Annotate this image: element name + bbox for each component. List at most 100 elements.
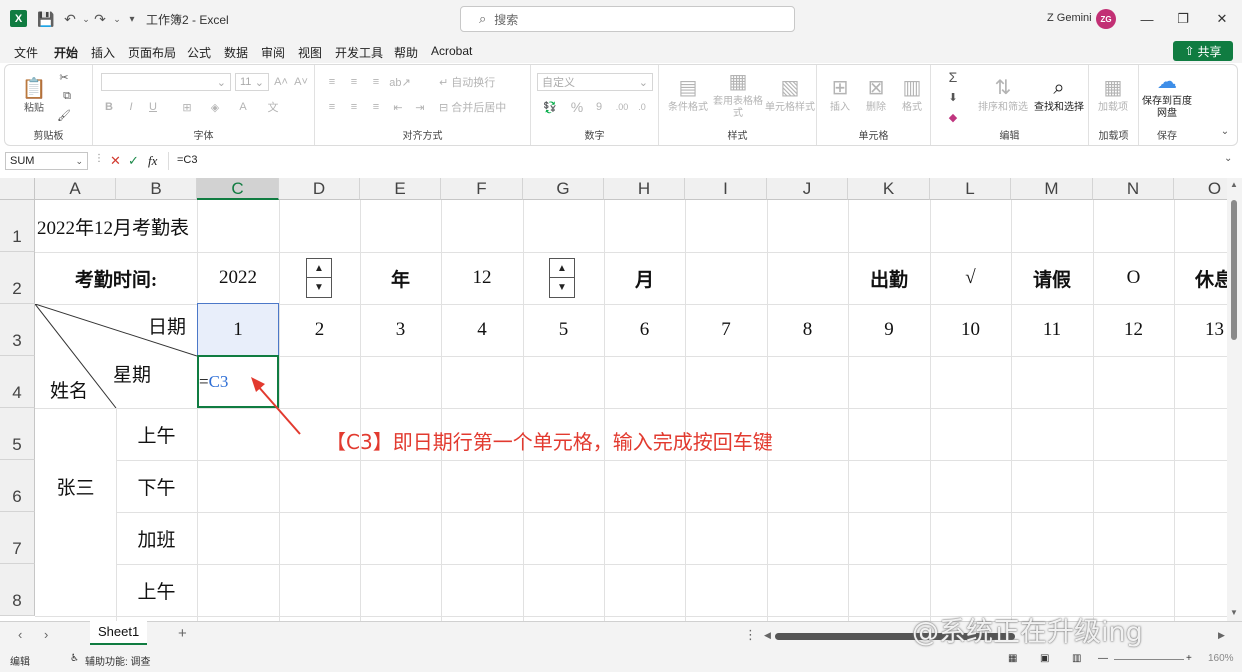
- date-cell[interactable]: 6: [604, 304, 685, 356]
- save-icon[interactable]: 💾: [37, 10, 55, 28]
- cell-m2-leave-label[interactable]: 请假: [1011, 252, 1093, 304]
- bold-button[interactable]: B: [101, 98, 117, 116]
- font-name-dropdown[interactable]: ⌄: [101, 73, 231, 91]
- tab-file[interactable]: 文件: [14, 44, 38, 61]
- date-cell[interactable]: 3: [360, 304, 441, 356]
- date-cell[interactable]: 2: [279, 304, 360, 356]
- spin-up-icon[interactable]: ▲: [550, 259, 574, 278]
- zoom-in-icon[interactable]: +: [1186, 653, 1192, 664]
- clear-icon[interactable]: ◆: [941, 109, 965, 125]
- prev-sheet-icon[interactable]: ‹: [18, 627, 22, 642]
- accessibility-icon[interactable]: ♿: [70, 653, 79, 664]
- italic-button[interactable]: I: [123, 98, 139, 116]
- insert-cells-button[interactable]: ⊞ 插入: [823, 69, 857, 121]
- increase-font-icon[interactable]: A˄: [273, 73, 289, 91]
- align-middle-icon[interactable]: ≡: [345, 73, 363, 91]
- decrease-decimal-icon[interactable]: .0: [633, 98, 651, 116]
- align-center-icon[interactable]: ≡: [345, 98, 363, 116]
- cell-styles-button[interactable]: ▧ 单元格样式: [763, 69, 817, 121]
- sort-filter-button[interactable]: ⇅ 排序和筛选: [977, 69, 1029, 121]
- underline-button[interactable]: U: [145, 98, 161, 116]
- sheet-tab-sheet1[interactable]: Sheet1: [90, 621, 148, 645]
- share-button[interactable]: ⇧ 共享: [1173, 41, 1233, 61]
- align-top-icon[interactable]: ≡: [323, 73, 341, 91]
- tab-developer[interactable]: 开发工具: [335, 44, 383, 61]
- redo-icon[interactable]: ↷: [91, 10, 109, 28]
- column-header-i[interactable]: I: [685, 178, 767, 200]
- row-header-5[interactable]: 5: [0, 408, 35, 460]
- column-header-m[interactable]: M: [1011, 178, 1093, 200]
- column-header-f[interactable]: F: [441, 178, 523, 200]
- restore-icon[interactable]: ❐: [1171, 9, 1195, 29]
- page-break-view-icon[interactable]: ▥: [1072, 653, 1081, 664]
- fill-color-icon[interactable]: ◈: [205, 98, 225, 116]
- cancel-icon[interactable]: ✕: [110, 153, 121, 169]
- increase-indent-icon[interactable]: ⇥: [411, 98, 429, 116]
- table-format-button[interactable]: ▦ 套用表格格式: [713, 69, 763, 121]
- row-header-4[interactable]: 4: [0, 356, 35, 408]
- insert-function-icon[interactable]: fx: [148, 153, 157, 169]
- font-color-icon[interactable]: A: [233, 98, 253, 116]
- shift-cell[interactable]: 下午: [116, 460, 197, 512]
- column-header-k[interactable]: K: [848, 178, 930, 200]
- paste-button[interactable]: 📋 粘贴: [15, 69, 53, 123]
- tab-review[interactable]: 审阅: [261, 44, 285, 61]
- column-header-n[interactable]: N: [1093, 178, 1174, 200]
- date-cell[interactable]: 10: [930, 304, 1011, 356]
- spin-down-icon[interactable]: ▼: [307, 278, 331, 297]
- accessibility-status[interactable]: 辅助功能: 调查: [85, 653, 151, 668]
- name-box[interactable]: SUM ⌄: [5, 152, 88, 170]
- phonetic-icon[interactable]: 文: [263, 98, 283, 116]
- conditional-format-button[interactable]: ▤ 条件格式: [663, 69, 713, 121]
- delete-cells-button[interactable]: ⊠ 删除: [859, 69, 893, 121]
- save-to-baidu-button[interactable]: ☁ 保存到百度网盘: [1141, 69, 1193, 121]
- cell-o2-rest-label[interactable]: 休息: [1195, 252, 1227, 304]
- scroll-right-icon[interactable]: ▶: [1218, 630, 1225, 641]
- decrease-font-icon[interactable]: A˅: [293, 73, 309, 91]
- expand-formula-icon[interactable]: ⌄: [1224, 153, 1232, 164]
- column-header-j[interactable]: J: [767, 178, 848, 200]
- date-cell[interactable]: 4: [441, 304, 523, 356]
- merge-center-button[interactable]: ⊟ 合并后居中: [439, 98, 529, 116]
- cell-l2-present-symbol[interactable]: √: [930, 252, 1011, 304]
- avatar[interactable]: ZG: [1096, 9, 1116, 29]
- shift-cell[interactable]: 加班: [116, 512, 197, 564]
- wrap-text-button[interactable]: ↵ 自动换行: [439, 73, 529, 91]
- tab-help[interactable]: 帮助: [394, 44, 418, 61]
- vertical-scroll-thumb[interactable]: [1231, 200, 1237, 340]
- date-cell[interactable]: 12: [1093, 304, 1174, 356]
- drag-handle-icon[interactable]: ⋮: [94, 153, 104, 164]
- format-cells-button[interactable]: ▥ 格式: [895, 69, 929, 121]
- cell-h2-month-unit[interactable]: 月: [604, 252, 685, 304]
- tab-view[interactable]: 视图: [298, 44, 322, 61]
- currency-icon[interactable]: 💱: [537, 98, 563, 116]
- user-name[interactable]: Z Gemini: [1047, 12, 1092, 24]
- splitter-handle-icon[interactable]: ⋮: [744, 627, 757, 643]
- spin-up-icon[interactable]: ▲: [307, 259, 331, 278]
- row-header-2[interactable]: 2: [0, 252, 35, 304]
- column-header-l[interactable]: L: [930, 178, 1011, 200]
- tab-insert[interactable]: 插入: [91, 44, 115, 61]
- cell-attendance-time-label[interactable]: 考勤时间:: [35, 252, 197, 304]
- date-cell[interactable]: 13: [1205, 304, 1224, 356]
- cell-k2-present-label[interactable]: 出勤: [848, 252, 930, 304]
- row-header-1[interactable]: 1: [0, 200, 35, 252]
- shift-cell[interactable]: 上午: [116, 564, 197, 616]
- tab-data[interactable]: 数据: [224, 44, 248, 61]
- normal-view-icon[interactable]: ▦: [1008, 653, 1017, 664]
- cell-c4-editing[interactable]: = C3: [199, 358, 228, 406]
- autosum-icon[interactable]: Σ: [941, 69, 965, 85]
- align-bottom-icon[interactable]: ≡: [367, 73, 385, 91]
- fill-icon[interactable]: ⬇: [941, 89, 965, 105]
- addins-button[interactable]: ▦ 加载项: [1093, 69, 1133, 121]
- column-header-d[interactable]: D: [279, 178, 360, 200]
- zoom-level[interactable]: 160%: [1208, 653, 1234, 664]
- cell-n2-leave-symbol[interactable]: O: [1093, 252, 1174, 304]
- column-header-a[interactable]: A: [35, 178, 116, 200]
- increase-decimal-icon[interactable]: .00: [613, 98, 631, 116]
- tab-page-layout[interactable]: 页面布局: [128, 44, 176, 61]
- format-painter-icon[interactable]: 🖌: [55, 107, 73, 123]
- comma-icon[interactable]: 9: [591, 98, 607, 116]
- close-icon[interactable]: ✕: [1210, 9, 1234, 29]
- find-select-button[interactable]: ⌕ 查找和选择: [1031, 69, 1087, 121]
